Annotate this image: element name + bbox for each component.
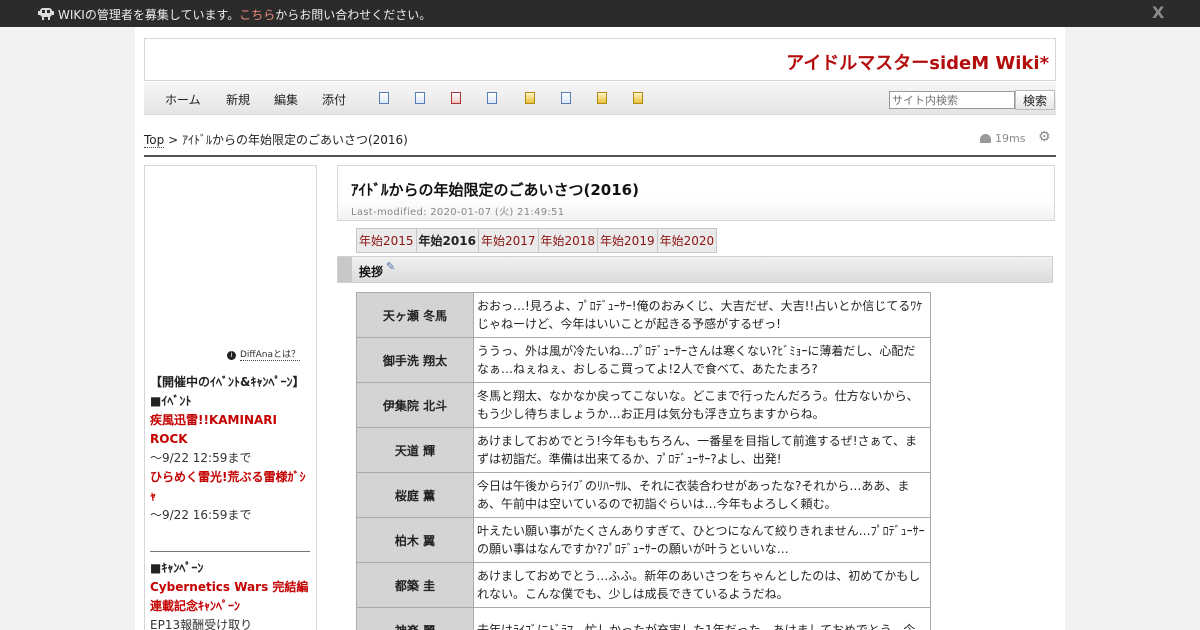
menu-new[interactable]: 新規 [226, 91, 250, 108]
table-row: 天ヶ瀬 冬馬 おおっ…!見ろよ、ﾌﾟﾛﾃﾞｭｰｻｰ!俺のおみくじ、大吉だぜ、大吉!… [356, 292, 931, 338]
help-icon[interactable] [633, 92, 645, 105]
gacha-link[interactable]: ひらめく雷光!荒ぶる雷様ｶﾞｼｬ [150, 468, 310, 506]
event-link[interactable]: 疾風迅雷!!KAMINARI ROCK [150, 411, 310, 449]
page-container: アイドルマスターsideM Wiki* ホーム 新規 編集 添付 検索 Top … [135, 27, 1065, 630]
site-header: アイドルマスターsideM Wiki* [144, 38, 1056, 81]
sidebar-campaign-list: ■ｷｬﾝﾍﾟｰﾝ Cybernetics Wars 完結編連載記念ｷｬﾝﾍﾟｰﾝ… [150, 559, 310, 630]
greeting-table: 天ヶ瀬 冬馬 おおっ…!見ろよ、ﾌﾟﾛﾃﾞｭｰｻｰ!俺のおみくじ、大吉だぜ、大吉!… [356, 292, 931, 630]
notice-close-button[interactable]: X [1152, 3, 1164, 22]
greeting-text: あけましておめでとう!今年ももちろん、一番星を目指して前進するぜ!さぁて、まずは… [473, 427, 931, 473]
site-title[interactable]: アイドルマスターsideM Wiki* [786, 49, 1049, 75]
idol-name: 天道 輝 [356, 427, 474, 473]
tab-2016: 年始2016 [415, 228, 479, 253]
site-search-input[interactable] [889, 91, 1015, 109]
section-title: 挨拶 [359, 265, 384, 279]
idol-name: 御手洗 翔太 [356, 337, 474, 383]
idol-name: 都築 圭 [356, 562, 474, 608]
idol-name: 伊集院 北斗 [356, 382, 474, 428]
sidebar-divider [150, 551, 310, 552]
tab-2019[interactable]: 年始2019 [597, 228, 658, 253]
diffana-link[interactable]: i DiffAnaとは？ [227, 347, 301, 361]
tab-2015[interactable]: 年始2015 [356, 228, 417, 253]
breadcrumb-current: ｱｲﾄﾞﾙからの年始限定のごあいさつ(2016) [181, 133, 408, 147]
rename-icon[interactable] [561, 92, 573, 105]
table-row: 柏木 翼叶えたい願い事がたくさんありすぎて、ひとつになんて絞りきれません…ﾌﾟﾛ… [356, 517, 931, 563]
backup-icon[interactable] [451, 92, 463, 105]
table-row: 都築 圭あけましておめでとう…ふふ。新年のあいさつをちゃんとしたのは、初めてかも… [356, 562, 931, 608]
admin-recruit-notice: WIKIの管理者を募集しています。こちらからお問い合わせください。 X [0, 0, 1200, 27]
tab-2018[interactable]: 年始2018 [537, 228, 599, 253]
header-divider [144, 155, 1056, 157]
save-icon[interactable] [487, 92, 499, 105]
breadcrumb: Top > ｱｲﾄﾞﾙからの年始限定のごあいさつ(2016) [144, 133, 408, 148]
greeting-text: ううっ、外は風が冷たいね…ﾌﾟﾛﾃﾞｭｰｻｰさんは寒くない?ﾋﾞﾐｮｰに薄着だし… [473, 337, 931, 383]
toolbar: ホーム 新規 編集 添付 検索 [144, 82, 1056, 115]
notice-message: WIKIの管理者を募集しています。こちらからお問い合わせください。 [58, 8, 432, 22]
search-button[interactable]: 検索 [1015, 90, 1055, 110]
freeze-icon[interactable] [525, 92, 537, 105]
greeting-text: おおっ…!見ろよ、ﾌﾟﾛﾃﾞｭｰｻｰ!俺のおみくじ、大吉だぜ、大吉!!占いとか信… [473, 292, 931, 338]
idol-name: 柏木 翼 [356, 517, 474, 563]
info-icon: i [227, 351, 236, 360]
campaign-link[interactable]: Cybernetics Wars 完結編連載記念ｷｬﾝﾍﾟｰﾝ [150, 578, 310, 616]
year-tabs: 年始2015 年始2016 年始2017 年始2018 年始2019 年始202… [356, 228, 718, 253]
greeting-text: 今日は午後からﾗｲﾌﾞのﾘﾊｰｻﾙ、それに衣装合わせがあったな?それから…ああ、… [473, 472, 931, 518]
events-heading: 【開催中のｲﾍﾞﾝﾄ&ｷｬﾝﾍﾟｰﾝ】 [150, 375, 305, 389]
event-period: ～9/22 12:59まで [150, 451, 252, 465]
event-label: ■ｲﾍﾞﾝﾄ [150, 394, 192, 408]
greeting-text: あけましておめでとう…ふふ。新年のあいさつをちゃんとしたのは、初めてかもしれない… [473, 562, 931, 608]
tab-2017[interactable]: 年始2017 [477, 228, 539, 253]
copy-icon[interactable] [379, 92, 391, 105]
greeting-text: 叶えたい願い事がたくさんありすぎて、ひとつになんて絞りきれません…ﾌﾟﾛﾃﾞｭｰ… [473, 517, 931, 563]
diff-icon[interactable] [415, 92, 427, 105]
gacha-period: ～9/22 16:59まで [150, 508, 252, 522]
idol-name: 桜庭 薫 [356, 472, 474, 518]
tab-2020[interactable]: 年始2020 [656, 228, 718, 253]
idol-name: 天ヶ瀬 冬馬 [356, 292, 474, 338]
greeting-text: 冬馬と翔太、なかなか戻ってこないな。どこまで行ったんだろう。仕方ないから、もう少… [473, 382, 931, 428]
gear-icon[interactable]: ⚙ [1038, 129, 1051, 145]
sidebar: i DiffAnaとは？ 【開催中のｲﾍﾞﾝﾄ&ｷｬﾝﾍﾟｰﾝ】 ■ｲﾍﾞﾝﾄ 疾… [144, 165, 317, 630]
campaign-note: EP13報酬受け取り [150, 618, 253, 630]
campaign-label: ■ｷｬﾝﾍﾟｰﾝ [150, 561, 204, 575]
table-row: 桜庭 薫今日は午後からﾗｲﾌﾞのﾘﾊｰｻﾙ、それに衣装合わせがあったな?それから… [356, 472, 931, 518]
page-header: ｱｲﾄﾞﾙからの年始限定のごあいさつ(2016) Last-modified: … [337, 165, 1055, 221]
last-modified: Last-modified: 2020-01-07 (火) 21:49:51 [351, 207, 565, 218]
sidebar-event-list: 【開催中のｲﾍﾞﾝﾄ&ｷｬﾝﾍﾟｰﾝ】 ■ｲﾍﾞﾝﾄ 疾風迅雷!!KAMINAR… [150, 373, 310, 525]
list-icon[interactable] [597, 92, 609, 105]
section-heading: 挨拶 ✎ [337, 256, 1053, 283]
notice-contact-link[interactable]: こちら [239, 8, 275, 22]
idol-name: 神楽 麗 [356, 607, 474, 630]
menu-edit[interactable]: 編集 [274, 91, 298, 108]
alien-icon [38, 8, 54, 20]
table-row: 神楽 麗去年はﾗｲﾌﾞにﾄﾞﾗﾏ…忙しかったが充実した1年だった。あけましておめ… [356, 607, 931, 630]
table-row: 伊集院 北斗 冬馬と翔太、なかなか戻ってこないな。どこまで行ったんだろう。仕方ない… [356, 382, 931, 428]
menu-home[interactable]: ホーム [165, 91, 201, 108]
speedometer-icon [980, 134, 991, 143]
render-time: 19ms [980, 132, 1025, 145]
menu-attach[interactable]: 添付 [322, 91, 346, 108]
page-title: ｱｲﾄﾞﾙからの年始限定のごあいさつ(2016) [351, 181, 639, 199]
pencil-edit-icon[interactable]: ✎ [386, 260, 395, 273]
table-row: 天道 輝あけましておめでとう!今年ももちろん、一番星を目指して前進するぜ!さぁて… [356, 427, 931, 473]
table-row: 御手洗 翔太 ううっ、外は風が冷たいね…ﾌﾟﾛﾃﾞｭｰｻｰさんは寒くない?ﾋﾞﾐｮ… [356, 337, 931, 383]
greeting-text: 去年はﾗｲﾌﾞにﾄﾞﾗﾏ…忙しかったが充実した1年だった。あけましておめでとう。… [473, 607, 931, 630]
breadcrumb-top-link[interactable]: Top [144, 133, 165, 148]
